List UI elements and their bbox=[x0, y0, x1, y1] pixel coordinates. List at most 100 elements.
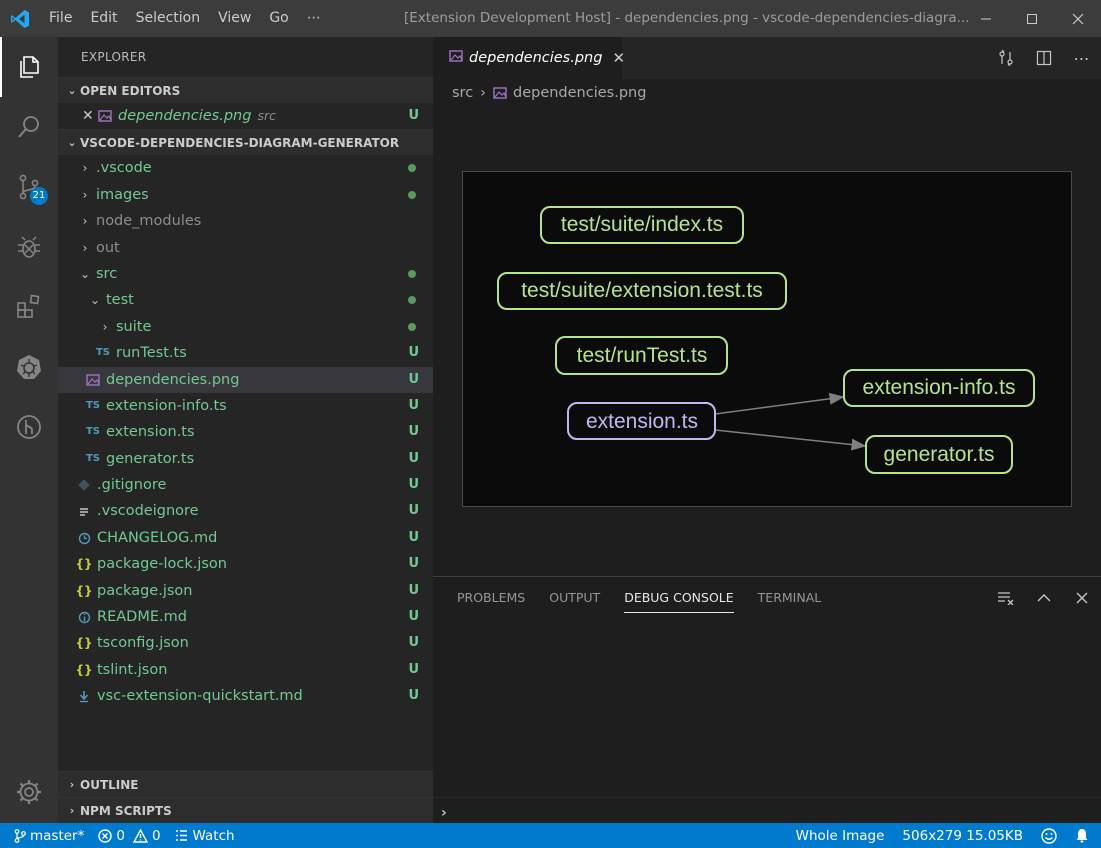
project-header[interactable]: ⌄ VSCODE-DEPENDENCIES-DIAGRAM-GENERATOR bbox=[58, 129, 433, 156]
menu-view[interactable]: View bbox=[209, 0, 260, 37]
open-editors-header[interactable]: ⌄ OPEN EDITORS bbox=[58, 77, 433, 103]
tree-folder-node-modules[interactable]: › node_modules bbox=[58, 208, 433, 234]
node-generator: generator.ts bbox=[865, 435, 1013, 474]
image-file-icon bbox=[96, 110, 114, 122]
tab-debug-console[interactable]: DEBUG CONSOLE bbox=[612, 577, 745, 619]
tree-folder-out[interactable]: › out bbox=[58, 235, 433, 261]
branch-name: master* bbox=[30, 827, 85, 844]
tree-file-package-json[interactable]: {} package.json U bbox=[58, 578, 433, 604]
clear-console-icon[interactable] bbox=[987, 591, 1025, 605]
settings-gear-icon[interactable] bbox=[0, 762, 58, 822]
tree-file-extension[interactable]: TS extension.ts U bbox=[58, 419, 433, 445]
tab-terminal[interactable]: TERMINAL bbox=[746, 577, 834, 619]
file-label: dependencies.png bbox=[106, 371, 240, 388]
menu-file[interactable]: File bbox=[40, 0, 81, 37]
tree-folder-src[interactable]: ⌄ src bbox=[58, 261, 433, 287]
menu-go[interactable]: Go bbox=[260, 0, 297, 37]
search-icon[interactable] bbox=[0, 97, 58, 157]
folder-label: src bbox=[96, 265, 118, 282]
open-editor-item[interactable]: ✕ dependencies.png src U bbox=[58, 103, 433, 129]
image-size-status[interactable]: 506x279 15.05KB bbox=[902, 828, 1023, 844]
tab-output[interactable]: OUTPUT bbox=[537, 577, 612, 619]
maximize-panel-icon[interactable] bbox=[1025, 593, 1063, 603]
chevron-down-icon: ⌄ bbox=[89, 293, 101, 308]
status-bar: master* 0 0 Watch Whole Image 506x279 15… bbox=[0, 823, 1101, 848]
breadcrumb-src[interactable]: src bbox=[452, 85, 473, 101]
file-label: runTest.ts bbox=[116, 345, 187, 362]
source-control-icon[interactable]: 21 bbox=[0, 157, 58, 217]
git-status-untracked: U bbox=[408, 345, 419, 361]
kubernetes-icon[interactable] bbox=[0, 337, 58, 397]
close-window-icon[interactable] bbox=[1055, 0, 1101, 37]
tree-file-changelog[interactable]: CHANGELOG.md U bbox=[58, 525, 433, 551]
breadcrumb: src › dependencies.png bbox=[433, 79, 1101, 107]
tree-file-dependencies-png[interactable]: dependencies.png U bbox=[58, 366, 433, 393]
notifications-bell-icon[interactable] bbox=[1075, 828, 1089, 843]
node-test-suite-index: test/suite/index.ts bbox=[540, 206, 744, 244]
chevron-right-icon: › bbox=[69, 803, 75, 817]
file-label: package-lock.json bbox=[97, 556, 227, 573]
tree-folder-vscode[interactable]: › .vscode bbox=[58, 155, 433, 181]
tree-folder-test[interactable]: ⌄ test bbox=[58, 287, 433, 313]
minimize-icon[interactable] bbox=[963, 0, 1009, 37]
problems-summary[interactable]: 0 0 bbox=[98, 828, 161, 844]
open-changes-icon[interactable] bbox=[987, 50, 1025, 66]
tree-folder-images[interactable]: › images bbox=[58, 182, 433, 208]
extensions-icon[interactable] bbox=[0, 277, 58, 337]
tab-dependencies-png[interactable]: dependencies.png ✕ bbox=[433, 37, 625, 79]
chevron-right-icon: › bbox=[69, 777, 75, 791]
json-file-icon: {} bbox=[75, 557, 93, 572]
tab-problems[interactable]: PROBLEMS bbox=[445, 577, 537, 619]
tree-file-quickstart[interactable]: vsc-extension-quickstart.md U bbox=[58, 683, 433, 709]
error-icon bbox=[98, 828, 113, 843]
file-label: vsc-extension-quickstart.md bbox=[97, 688, 303, 705]
git-file-icon bbox=[75, 479, 93, 491]
close-panel-icon[interactable] bbox=[1063, 592, 1101, 604]
file-label: extension.ts bbox=[106, 424, 195, 441]
tree-file-tsconfig[interactable]: {} tsconfig.json U bbox=[58, 630, 433, 656]
tree-file-extension-info[interactable]: TS extension-info.ts U bbox=[58, 393, 433, 419]
tree-file-tslint[interactable]: {} tslint.json U bbox=[58, 657, 433, 683]
menu-selection[interactable]: Selection bbox=[127, 0, 210, 37]
maximize-icon[interactable] bbox=[1009, 0, 1055, 37]
git-status-untracked: U bbox=[408, 688, 419, 704]
tree-file-generator[interactable]: TS generator.ts U bbox=[58, 446, 433, 472]
menu-more[interactable]: ⋯ bbox=[298, 0, 330, 37]
git-status-untracked: U bbox=[408, 503, 419, 519]
chevron-right-icon: › bbox=[82, 187, 88, 202]
menu-edit[interactable]: Edit bbox=[81, 0, 126, 37]
watch-task[interactable]: Watch bbox=[175, 828, 235, 844]
status-bar-right: Whole Image 506x279 15.05KB bbox=[796, 823, 1101, 848]
tree-file-runtest[interactable]: TS runTest.ts U bbox=[58, 340, 433, 366]
zoom-status[interactable]: Whole Image bbox=[796, 828, 885, 844]
breadcrumb-file[interactable]: dependencies.png bbox=[513, 85, 646, 101]
modified-dot bbox=[408, 269, 416, 278]
open-editor-filename: dependencies.png bbox=[118, 108, 252, 124]
branch-icon bbox=[14, 828, 26, 843]
chevron-right-icon: › bbox=[82, 214, 88, 229]
tree-folder-suite[interactable]: › suite bbox=[58, 314, 433, 340]
file-label: tsconfig.json bbox=[97, 635, 189, 652]
git-branch[interactable]: master* bbox=[14, 828, 84, 844]
more-actions-icon[interactable]: ⋯ bbox=[1063, 49, 1101, 68]
close-icon[interactable]: ✕ bbox=[82, 103, 96, 129]
tree-file-package-lock[interactable]: {} package-lock.json U bbox=[58, 551, 433, 577]
split-editor-icon[interactable] bbox=[1025, 50, 1063, 66]
feedback-smiley-icon[interactable] bbox=[1041, 827, 1057, 844]
git-status-untracked: U bbox=[408, 556, 419, 572]
node-label: extension-info.ts bbox=[863, 376, 1016, 399]
gitlens-icon[interactable] bbox=[0, 397, 58, 457]
open-editor-folder: src bbox=[257, 108, 276, 123]
tree-file-vscodeignore[interactable]: .vscodeignore U bbox=[58, 498, 433, 524]
tree-file-gitignore[interactable]: .gitignore U bbox=[58, 472, 433, 498]
outline-header[interactable]: › OUTLINE bbox=[58, 771, 433, 797]
close-tab-icon[interactable]: ✕ bbox=[612, 49, 625, 67]
tree-file-readme[interactable]: README.md U bbox=[58, 604, 433, 630]
open-editors-label: OPEN EDITORS bbox=[80, 83, 181, 98]
file-label: extension-info.ts bbox=[106, 397, 227, 414]
git-status-untracked: U bbox=[408, 661, 419, 677]
debug-icon[interactable] bbox=[0, 217, 58, 277]
explorer-icon[interactable] bbox=[0, 37, 58, 97]
console-input[interactable]: › bbox=[433, 797, 1101, 823]
npm-scripts-header[interactable]: › NPM SCRIPTS bbox=[58, 797, 433, 823]
